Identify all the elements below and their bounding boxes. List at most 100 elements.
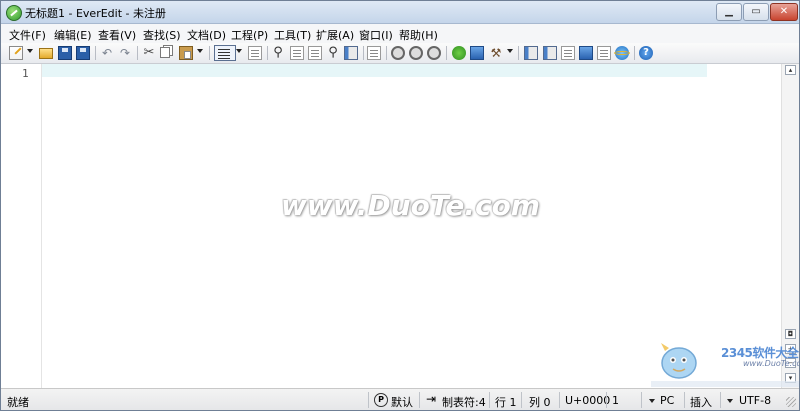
find-in-files-icon[interactable]: ⚲ xyxy=(326,46,340,60)
paste-dropdown-icon[interactable] xyxy=(197,49,203,53)
status-bar: 就绪 P 默认 ⇥ 制表符:4 行 1 列 0 U+0000 1 PC 插入 U… xyxy=(1,388,799,410)
status-separator xyxy=(521,392,522,408)
help-icon[interactable]: ? xyxy=(639,46,653,60)
toolbar-separator xyxy=(267,46,268,60)
status-column: 列 0 xyxy=(529,396,551,409)
panel-icon[interactable] xyxy=(543,46,557,60)
menu-bar: 文件(F) 编辑(E) 查看(V) 查找(S) 文档(D) 工程(P) 工具(T… xyxy=(1,24,799,44)
toolbar-separator xyxy=(446,46,447,60)
status-separator xyxy=(419,392,420,408)
maximize-icon: ▭ xyxy=(751,6,761,17)
menu-edit[interactable]: 编辑(E) xyxy=(54,27,92,43)
toolbar-separator xyxy=(137,46,138,60)
line-number-gutter: 1 xyxy=(1,64,42,388)
status-separator xyxy=(489,392,490,408)
toolbar-separator xyxy=(209,46,210,60)
minimize-icon: ▁ xyxy=(725,6,733,17)
word-wrap-dropdown-icon[interactable] xyxy=(236,49,242,53)
toolbar-separator xyxy=(363,46,364,60)
paste-icon[interactable] xyxy=(179,46,193,60)
copy-icon[interactable] xyxy=(160,47,170,58)
close-icon: ✕ xyxy=(779,6,789,17)
status-separator xyxy=(606,392,607,408)
status-separator xyxy=(641,392,642,408)
status-tab-size[interactable]: 制表符:4 xyxy=(442,394,486,410)
window-icon[interactable] xyxy=(470,46,484,60)
status-insert-mode[interactable]: 插入 xyxy=(690,394,712,410)
output-icon[interactable] xyxy=(579,46,593,60)
status-unicode: U+0000 xyxy=(565,394,611,407)
scroll-up-button[interactable]: ▴ xyxy=(785,65,796,75)
title-bar[interactable]: 无标题1 - EverEdit - 未注册 ▁ ▭ ✕ xyxy=(1,1,799,24)
document-icon[interactable] xyxy=(248,46,262,60)
replace-icon[interactable] xyxy=(290,46,304,60)
new-file-dropdown-icon[interactable] xyxy=(27,49,33,53)
file-tree-icon[interactable] xyxy=(561,46,575,60)
save-all-icon[interactable] xyxy=(76,46,90,60)
plugin-icon[interactable] xyxy=(452,46,466,60)
toolbar-separator xyxy=(95,46,96,60)
spell-check-icon[interactable] xyxy=(308,46,322,60)
menu-search[interactable]: 查找(S) xyxy=(143,27,181,43)
menu-view[interactable]: 查看(V) xyxy=(98,27,136,43)
duote-watermark: www.DuoTe.com xyxy=(281,189,540,222)
menu-extensions[interactable]: 扩展(A) xyxy=(316,27,354,43)
save-icon[interactable] xyxy=(58,46,72,60)
encoding-dropdown-icon[interactable] xyxy=(727,399,733,403)
ruler-icon[interactable] xyxy=(597,46,611,60)
outline-icon[interactable] xyxy=(344,46,358,60)
status-separator xyxy=(368,392,369,408)
split-view-button[interactable]: ◘ xyxy=(785,329,796,339)
eol-dropdown-icon[interactable] xyxy=(649,399,655,403)
menu-project[interactable]: 工程(P) xyxy=(231,27,268,43)
status-eol[interactable]: PC xyxy=(660,394,674,407)
build-dropdown-icon[interactable] xyxy=(507,49,513,53)
line-number: 1 xyxy=(22,67,29,80)
status-line: 行 1 xyxy=(495,396,517,409)
status-separator xyxy=(559,392,560,408)
menu-document[interactable]: 文档(D) xyxy=(187,27,226,43)
status-encoding[interactable]: UTF-8 xyxy=(739,394,771,407)
sidebar-icon[interactable] xyxy=(524,46,538,60)
menu-window[interactable]: 窗口(I) xyxy=(359,27,393,43)
vertical-scrollbar[interactable]: ▴ ◘ + − ▾ xyxy=(781,64,799,388)
toolbar-separator xyxy=(634,46,635,60)
new-file-icon[interactable] xyxy=(9,46,23,60)
status-ready: 就绪 xyxy=(7,396,29,409)
everedit-app-icon[interactable] xyxy=(6,5,22,21)
bookmark-icon[interactable] xyxy=(367,46,381,60)
syntax-p-icon[interactable]: P xyxy=(374,393,388,407)
word-wrap-icon[interactable] xyxy=(214,45,236,61)
status-separator xyxy=(720,392,721,408)
close-button[interactable]: ✕ xyxy=(770,3,798,21)
build-icon[interactable]: ⚒ xyxy=(489,46,503,60)
macro-record-icon[interactable] xyxy=(391,46,405,60)
tab-arrow-icon: ⇥ xyxy=(426,392,437,406)
minimize-button[interactable]: ▁ xyxy=(716,3,742,21)
toolbar-separator xyxy=(386,46,387,60)
main-window: 无标题1 - EverEdit - 未注册 ▁ ▭ ✕ 文件(F) 编辑(E) … xyxy=(0,0,800,411)
maximize-button[interactable]: ▭ xyxy=(743,3,769,21)
current-line-highlight xyxy=(42,64,707,77)
resize-grip[interactable] xyxy=(786,397,796,407)
menu-file[interactable]: 文件(F) xyxy=(9,27,46,43)
2345-logo-url: www.DuoTe.com xyxy=(743,359,799,368)
open-folder-icon[interactable] xyxy=(39,48,53,59)
menu-tools[interactable]: 工具(T) xyxy=(274,27,311,43)
status-count: 1 xyxy=(612,394,619,407)
macro-play-icon[interactable] xyxy=(409,46,423,60)
cut-icon[interactable]: ✂ xyxy=(142,46,156,60)
scroll-down-button[interactable]: ▾ xyxy=(785,373,796,383)
redo-icon[interactable]: ↷ xyxy=(118,46,132,60)
status-syntax[interactable]: 默认 xyxy=(391,394,413,410)
editor-area[interactable]: 1 www.DuoTe.com xyxy=(1,64,781,388)
macro-save-icon[interactable] xyxy=(427,46,441,60)
browser-icon[interactable] xyxy=(614,46,630,60)
menu-help[interactable]: 帮助(H) xyxy=(399,27,438,43)
undo-icon[interactable]: ↶ xyxy=(100,46,114,60)
toolbar-separator xyxy=(518,46,519,60)
find-icon[interactable]: ⚲ xyxy=(271,46,285,60)
status-separator xyxy=(684,392,685,408)
window-title: 无标题1 - EverEdit - 未注册 xyxy=(25,7,166,20)
toolbar: ↶ ↷ ✂ ⚲ ⚲ ⚒ ? xyxy=(1,43,799,64)
